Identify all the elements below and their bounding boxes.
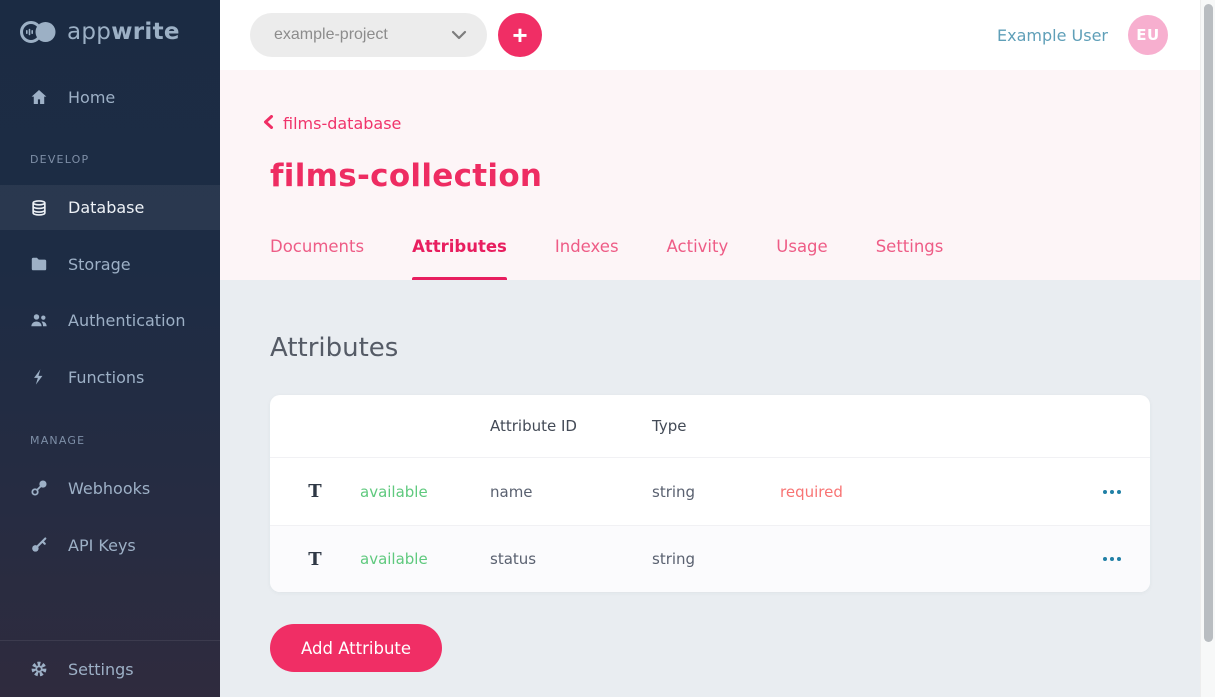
chevron-left-icon (263, 114, 274, 133)
sidebar-section-develop: DEVELOP (30, 153, 89, 166)
attribute-id-cell: name (490, 483, 652, 501)
status-badge: available (360, 550, 490, 568)
database-icon (30, 199, 48, 217)
sidebar-section-manage: MANAGE (30, 434, 85, 447)
sidebar-item-label: Storage (68, 255, 131, 274)
project-selector-value: example-project (274, 26, 451, 44)
lightning-icon (30, 368, 48, 386)
appwrite-logo-text: appwrite (67, 19, 180, 45)
sidebar-item-label: API Keys (68, 536, 136, 555)
string-type-icon: T (308, 481, 321, 502)
sidebar-item-home[interactable]: Home (0, 75, 220, 119)
scrollbar-thumb[interactable] (1204, 4, 1213, 642)
user-name-link[interactable]: Example User (997, 26, 1108, 45)
user-area: Example User EU (997, 0, 1168, 70)
column-header-type: Type (652, 417, 780, 435)
column-header-attribute-id: Attribute ID (490, 417, 652, 435)
chevron-down-icon (451, 28, 467, 43)
page-header: films-database films-collection Document… (220, 70, 1200, 280)
type-cell: string (652, 483, 780, 501)
appwrite-logo[interactable]: appwrite (18, 18, 180, 46)
breadcrumb-label: films-database (283, 114, 401, 133)
avatar[interactable]: EU (1128, 15, 1168, 55)
sidebar-item-webhooks[interactable]: Webhooks (0, 466, 220, 510)
table-row: T available status string (270, 525, 1150, 592)
sidebar-item-label: Home (68, 88, 115, 107)
project-selector[interactable]: example-project (250, 13, 487, 57)
more-options-icon[interactable] (1095, 549, 1129, 569)
home-icon (30, 88, 48, 106)
sidebar-item-authentication[interactable]: Authentication (0, 298, 220, 342)
tab-activity[interactable]: Activity (667, 237, 729, 280)
attributes-table: Attribute ID Type T available name strin… (270, 395, 1150, 592)
table-header-row: Attribute ID Type (270, 395, 1150, 458)
tab-documents[interactable]: Documents (270, 237, 364, 280)
sidebar-item-storage[interactable]: Storage (0, 242, 220, 286)
type-cell: string (652, 550, 780, 568)
users-icon (30, 311, 48, 329)
sidebar: appwrite Home DEVELOP Database (0, 0, 220, 697)
tab-bar: Documents Attributes Indexes Activity Us… (270, 237, 943, 280)
link-icon (30, 479, 48, 497)
tab-indexes[interactable]: Indexes (555, 237, 619, 280)
appwrite-logo-icon (18, 18, 58, 46)
sidebar-item-label: Functions (68, 368, 144, 387)
required-badge: required (780, 483, 1074, 501)
section-heading: Attributes (270, 333, 398, 363)
folder-icon (30, 255, 48, 273)
sidebar-item-settings[interactable]: Settings (0, 640, 220, 697)
tab-settings[interactable]: Settings (876, 237, 944, 280)
sidebar-item-api-keys[interactable]: API Keys (0, 523, 220, 567)
sidebar-item-label: Webhooks (68, 479, 150, 498)
sidebar-item-functions[interactable]: Functions (0, 355, 220, 399)
add-attribute-button[interactable]: Add Attribute (270, 624, 442, 672)
topbar: example-project + Example User EU (220, 0, 1200, 70)
scrollbar-track[interactable] (1200, 0, 1215, 697)
string-type-icon: T (308, 549, 321, 570)
page-title: films-collection (270, 158, 542, 194)
sidebar-item-label: Authentication (68, 311, 185, 330)
tab-usage[interactable]: Usage (776, 237, 827, 280)
breadcrumb[interactable]: films-database (263, 114, 401, 133)
gear-icon (30, 660, 48, 678)
table-row: T available name string required (270, 458, 1150, 525)
key-icon (30, 536, 48, 554)
add-project-button[interactable]: + (498, 13, 542, 57)
appwrite-console: appwrite Home DEVELOP Database (0, 0, 1215, 697)
sidebar-item-label: Settings (68, 660, 134, 679)
sidebar-item-label: Database (68, 198, 144, 217)
sidebar-item-database[interactable]: Database (0, 185, 220, 230)
tab-attributes[interactable]: Attributes (412, 237, 507, 280)
more-options-icon[interactable] (1095, 482, 1129, 502)
status-badge: available (360, 483, 490, 501)
main-content: Attributes Attribute ID Type T available… (220, 280, 1200, 697)
attribute-id-cell: status (490, 550, 652, 568)
